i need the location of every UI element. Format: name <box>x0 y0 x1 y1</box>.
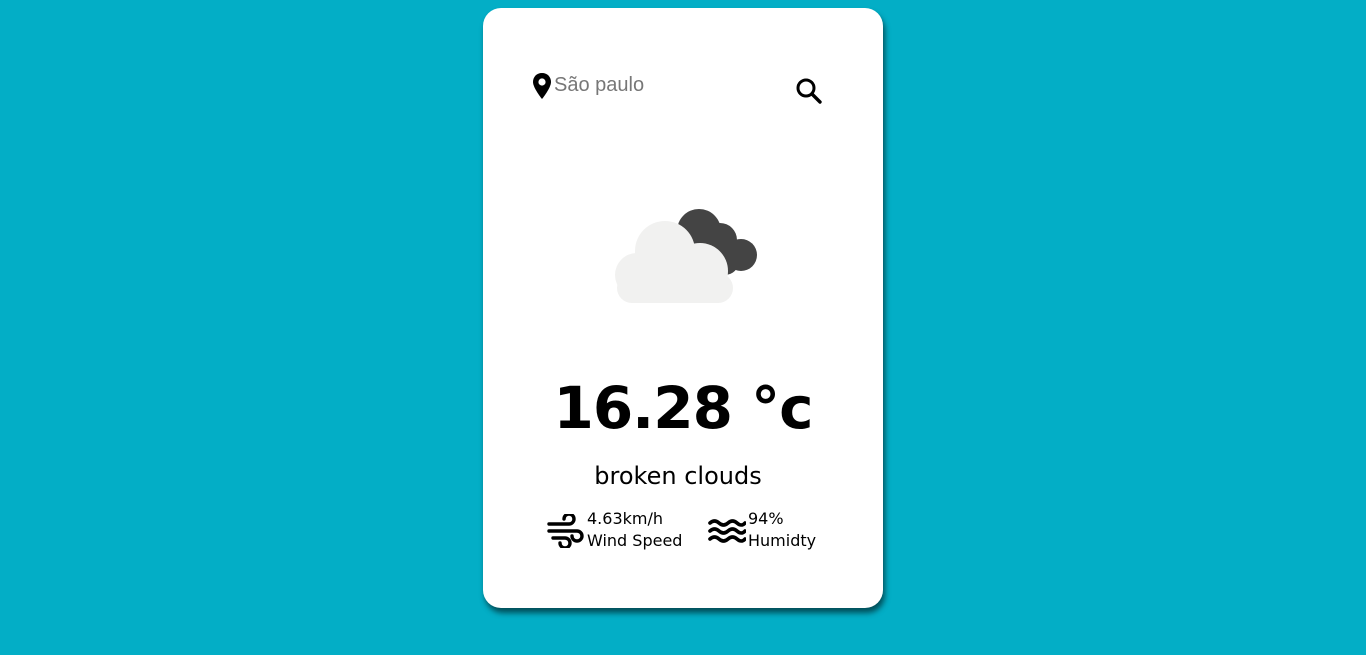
weather-card: 16.28 °c broken clouds 4.63km/h Wind Spe… <box>483 8 883 608</box>
search-box <box>531 68 831 104</box>
humidity-label: Humidty <box>748 531 817 550</box>
temperature-value: 16.28 °c <box>553 374 813 442</box>
wind-speed-value: 4.63km/h <box>587 509 664 528</box>
wind-detail: 4.63km/h Wind Speed <box>547 508 697 554</box>
location-pin-icon <box>533 73 551 99</box>
search-button[interactable] <box>795 77 823 105</box>
water-waves-icon <box>708 519 746 543</box>
wind-speed-label: Wind Speed <box>587 531 683 550</box>
wind-icon <box>547 514 584 548</box>
broken-clouds-icon <box>615 209 757 303</box>
humidity-value: 94% <box>748 509 784 528</box>
humidity-detail: 94% Humidty <box>708 508 848 554</box>
weather-description: broken clouds <box>594 462 762 490</box>
search-input[interactable] <box>554 70 774 100</box>
search-icon <box>796 78 822 104</box>
